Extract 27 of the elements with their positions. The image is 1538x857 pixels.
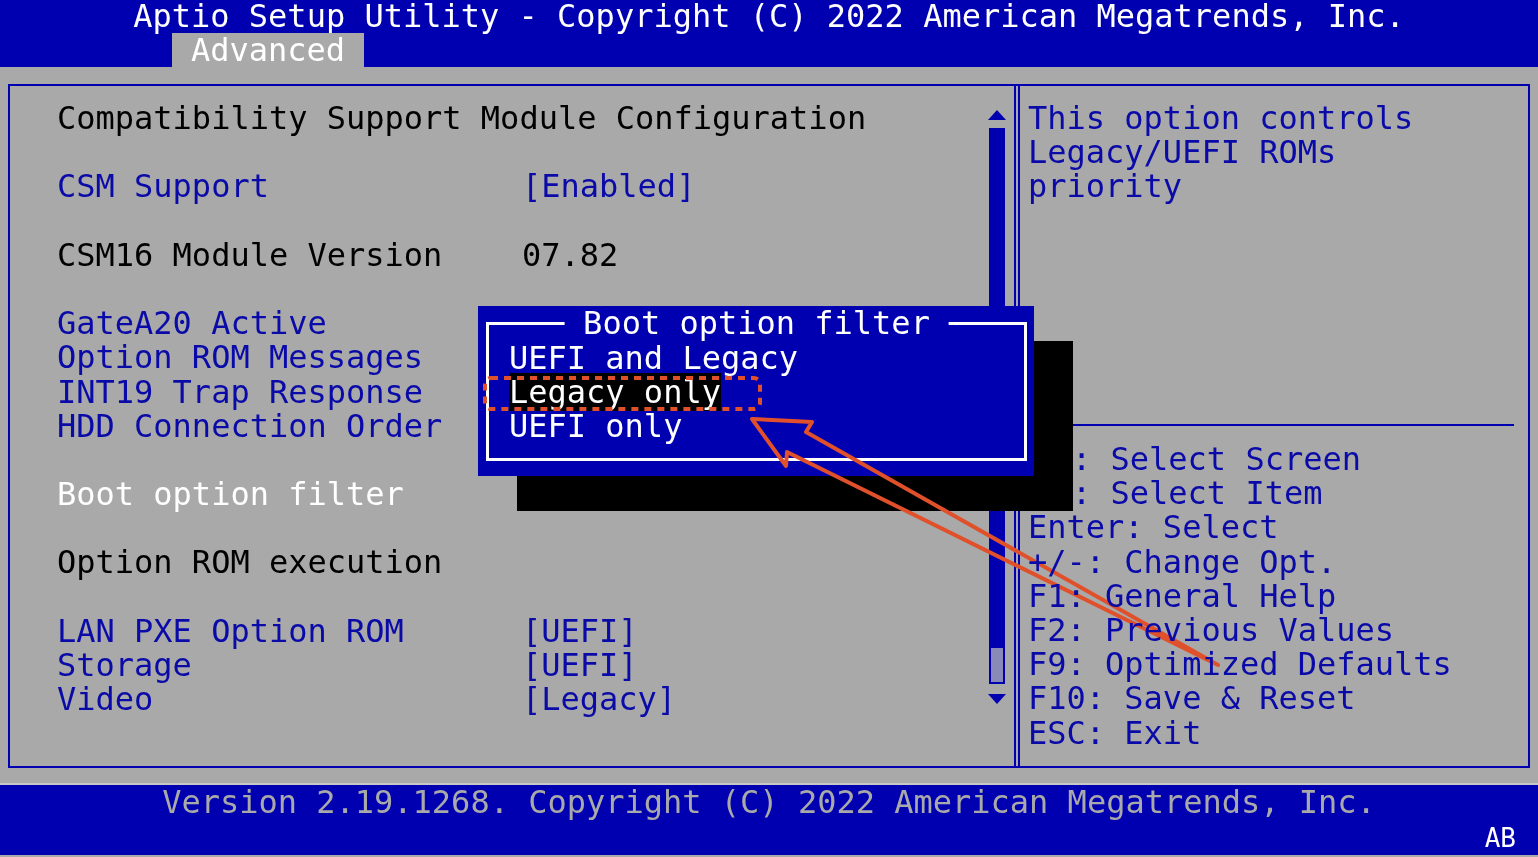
setting-value: 07.82 [522,237,619,272]
setting-value: [UEFI] [522,613,638,648]
setting-value: [UEFI] [522,648,638,683]
key-hint: Enter: Select [1028,510,1280,545]
setting-value: [Legacy] [522,682,677,717]
window-title: Aptio Setup Utility - Copyright (C) 2022 American Megatrends, Inc. [132,0,1406,33]
key-hint: ESC: Exit [1028,715,1203,750]
setting-value: [Enabled] [522,169,696,204]
help-text: Legacy/UEFI ROMs [1028,135,1338,170]
key-hint: : Select Item [1071,476,1324,511]
key-hint: : Select Screen [1071,442,1362,477]
version-text: Version 2.19.1268. Copyright (C) 2022 American Megatrends, Inc. [161,785,1377,819]
setting-item[interactable]: Option ROM Messages [57,340,424,375]
info-label: CSM16 Module Version [57,237,444,272]
setting-item[interactable]: Video [57,682,154,717]
status-indicator: AB [1484,823,1516,853]
setting-item[interactable]: LAN PXE Option ROM [57,613,404,648]
setting-item[interactable]: Storage [57,648,192,683]
setting-item[interactable]: INT19 Trap Response [57,374,424,409]
help-text: priority [1028,169,1183,204]
section-heading: Compatibility Support Module Configuration [57,101,867,136]
key-hint: F10: Save & Reset [1028,681,1357,716]
setting-item[interactable]: GateA20 Active [57,306,327,341]
setting-item[interactable]: CSM Support [57,169,269,204]
key-hint: F9: Optimized Defaults [1028,647,1453,682]
help-text: This option controls [1028,101,1415,136]
info-label: Option ROM execution [57,545,444,580]
